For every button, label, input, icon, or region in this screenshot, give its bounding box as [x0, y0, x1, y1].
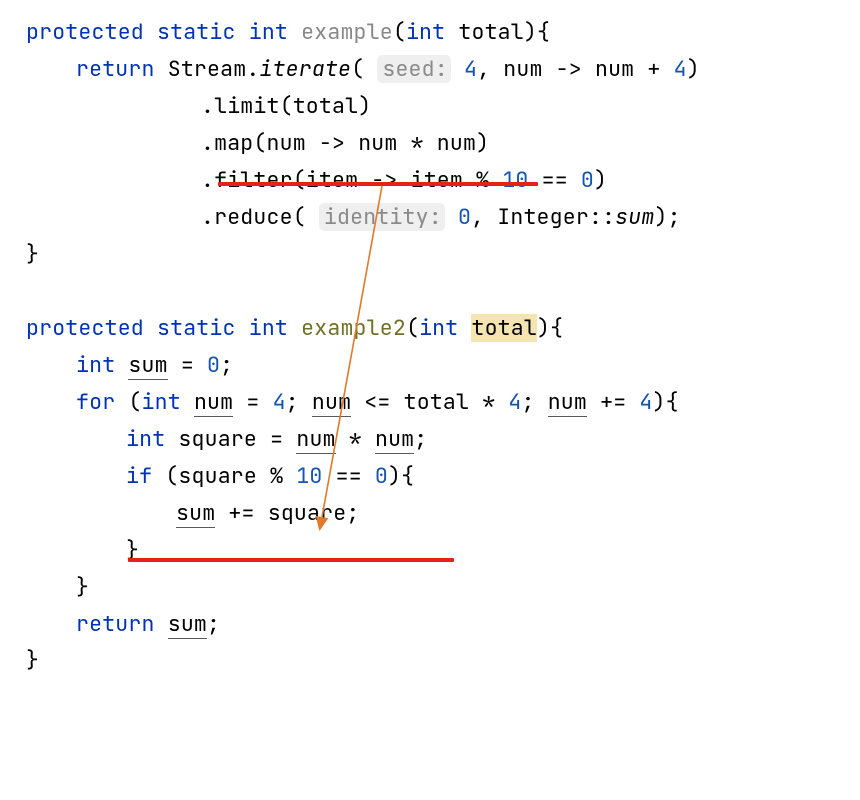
- return-kw: return: [76, 55, 155, 83]
- identity-val: 0: [458, 203, 471, 231]
- semi: ;: [220, 351, 233, 379]
- blank-line: [26, 273, 842, 310]
- close-paren2: ){: [537, 314, 563, 342]
- return-kw2: return: [76, 610, 155, 638]
- param-type2: int: [419, 314, 458, 342]
- map-call: .map(num -> num * num): [201, 129, 489, 157]
- method1-close: }: [26, 236, 842, 273]
- reduce-line: .reduce( identity: 0, Integer::sum);: [26, 199, 842, 236]
- map-line: .map(num -> num * num): [26, 125, 842, 162]
- method2-close: }: [26, 642, 842, 679]
- num-var2: num: [312, 388, 351, 417]
- mul-op: *: [336, 425, 375, 453]
- param-type: int: [406, 18, 445, 46]
- reduce-mid: , Integer::: [471, 203, 615, 231]
- limit-call: .limit(total): [201, 92, 371, 120]
- filter-prefix: .filter(item -> item %: [201, 166, 502, 194]
- iterate-call: iterate: [259, 55, 351, 83]
- if-line: if (square % 10 == 0){: [26, 458, 842, 495]
- limit-line: .limit(total): [26, 88, 842, 125]
- if-kw: if: [126, 462, 152, 490]
- zero: 0: [207, 351, 220, 379]
- square-underline: [128, 558, 454, 562]
- filter-line: .filter(item -> item % 10 == 0): [26, 162, 842, 199]
- eqeq: ==: [323, 462, 375, 490]
- filter-suffix: ): [594, 166, 607, 194]
- zero2: 0: [375, 462, 388, 490]
- return-type2: int: [249, 314, 288, 342]
- stream-iterate-line: return Stream.iterate( seed: 4, num -> n…: [26, 51, 842, 88]
- close-brace: }: [26, 240, 39, 268]
- semi3: ;: [207, 610, 220, 638]
- int-kw2: int: [142, 388, 181, 416]
- filter-mod: 10: [502, 166, 528, 194]
- step-val: 4: [639, 388, 652, 416]
- map-underline: [218, 182, 538, 186]
- eq: =: [168, 351, 207, 379]
- identity-hint: identity:: [319, 203, 445, 231]
- square-line: int square = num * num;: [26, 421, 842, 458]
- method2-signature: protected static int example2(int total)…: [26, 310, 842, 347]
- return-type: int: [249, 18, 288, 46]
- modifiers2: protected static: [26, 314, 236, 342]
- square-name: square: [178, 425, 257, 453]
- plus-eq: += square;: [215, 499, 359, 527]
- for-kw: for: [76, 388, 115, 416]
- iterate-step: 4: [674, 55, 687, 83]
- filter-eq: ==: [529, 166, 581, 194]
- step-op: +=: [587, 388, 639, 416]
- reduce-suffix: );: [654, 203, 680, 231]
- int-kw: int: [76, 351, 115, 379]
- if-close: }: [26, 532, 842, 569]
- method1-name: example: [301, 18, 393, 46]
- sum-decl-line: int sum = 0;: [26, 347, 842, 384]
- sum-var3: sum: [168, 610, 207, 639]
- code-editor: protected static int example(int total){…: [0, 0, 860, 679]
- param-name2: total: [471, 314, 537, 342]
- iterate-lambda: num -> num +: [503, 55, 673, 83]
- stream-class: Stream: [168, 55, 247, 83]
- method2-name: example2: [301, 314, 406, 342]
- sum-var2: sum: [176, 499, 215, 528]
- method1-signature: protected static int example(int total){: [26, 14, 842, 51]
- reduce-prefix: .reduce(: [201, 203, 306, 231]
- seed-hint: seed:: [377, 55, 451, 83]
- modifiers: protected static: [26, 18, 236, 46]
- filter-zero: 0: [581, 166, 594, 194]
- sum-pluseq-line: sum += square;: [26, 495, 842, 532]
- mod-val: 10: [296, 462, 322, 490]
- close-brace3: }: [76, 573, 89, 601]
- num-var5: num: [375, 425, 414, 454]
- cond2: 4: [508, 388, 521, 416]
- param-name: total: [458, 18, 524, 46]
- int-kw3: int: [126, 425, 165, 453]
- cond1: <= total *: [351, 388, 508, 416]
- sum-ref: sum: [615, 203, 654, 231]
- num-var4: num: [296, 425, 335, 454]
- open-paren2: (: [406, 314, 419, 342]
- close-brace4: }: [26, 646, 39, 674]
- return-sum-line: return sum;: [26, 606, 842, 643]
- seed-value: 4: [464, 55, 477, 83]
- open-paren: (: [393, 18, 406, 46]
- num-var3: num: [548, 388, 587, 417]
- close-paren: ){: [524, 18, 550, 46]
- init-val: 4: [273, 388, 286, 416]
- for-line: for (int num = 4; num <= total * 4; num …: [26, 384, 842, 421]
- sum-var: sum: [128, 351, 167, 380]
- num-var: num: [194, 388, 233, 417]
- for-close: }: [26, 569, 842, 606]
- semi2: ;: [414, 425, 427, 453]
